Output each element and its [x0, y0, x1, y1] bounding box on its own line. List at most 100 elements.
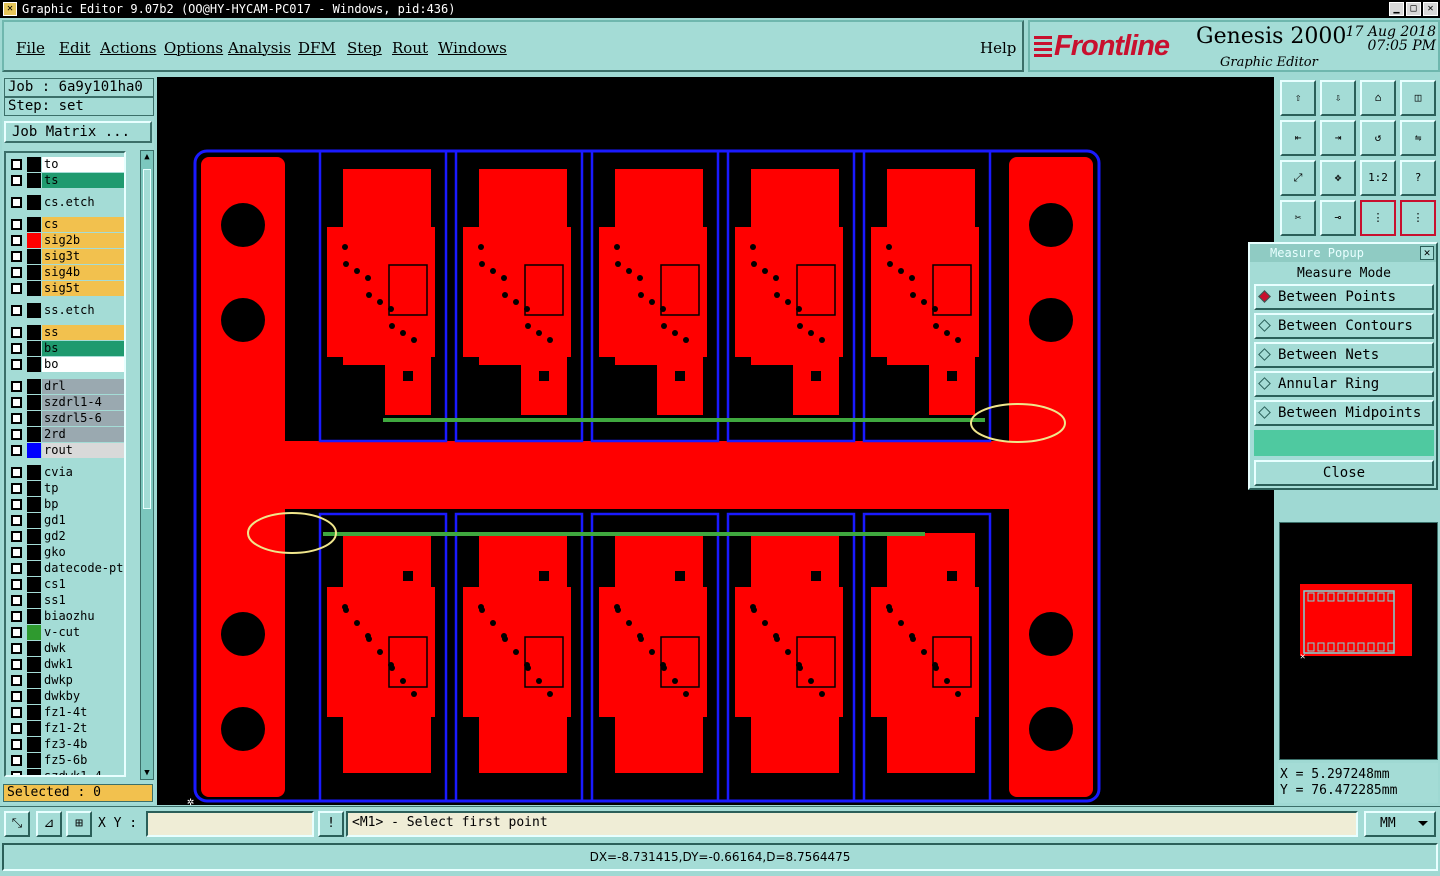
layer-name[interactable]: szdrl5-6 [42, 411, 124, 426]
layer-checkbox[interactable] [11, 579, 22, 590]
layer-row[interactable]: v-cut [6, 625, 124, 640]
layer-checkbox[interactable] [11, 563, 22, 574]
layer-name[interactable]: szdrl1-4 [42, 395, 124, 410]
layer-name[interactable]: ts [42, 173, 124, 188]
layer-name[interactable]: tp [42, 481, 124, 496]
layer-row[interactable]: bp [6, 497, 124, 512]
layer-row[interactable]: dwkp [6, 673, 124, 688]
layer-name[interactable]: cvia [42, 465, 124, 480]
layer-name[interactable]: sig3t [42, 249, 124, 264]
layer-row[interactable]: sig2b [6, 233, 124, 248]
option-between-midpoints[interactable]: Between Midpoints [1254, 400, 1434, 426]
layer-checkbox[interactable] [11, 467, 22, 478]
layer-name[interactable]: sig4b [42, 265, 124, 280]
zoom-center-icon[interactable]: ✥ [1320, 160, 1356, 196]
layer-name[interactable]: gd2 [42, 529, 124, 544]
menu-dfm[interactable]: DFM [298, 39, 336, 57]
layer-name[interactable]: dwkp [42, 673, 124, 688]
layer-name[interactable]: ss1 [42, 593, 124, 608]
layer-name[interactable]: gd1 [42, 513, 124, 528]
layer-name[interactable]: dwk [42, 641, 124, 656]
layer-checkbox[interactable] [11, 327, 22, 338]
menu-step[interactable]: Step [347, 39, 382, 57]
layer-name[interactable]: bo [42, 357, 124, 372]
layer-name[interactable]: 2rd [42, 427, 124, 442]
menu-rout[interactable]: Rout [392, 39, 428, 57]
layer-checkbox[interactable] [11, 771, 22, 775]
option-between-points[interactable]: Between Points [1254, 284, 1434, 310]
layer-checkbox[interactable] [11, 739, 22, 750]
home-icon[interactable]: ⌂ [1360, 80, 1396, 116]
menu-options[interactable]: Options [164, 39, 223, 57]
layer-checkbox[interactable] [11, 397, 22, 408]
layer-row[interactable]: gd2 [6, 529, 124, 544]
layer-checkbox[interactable] [11, 627, 22, 638]
layer-name[interactable]: szdwk1-4 [42, 769, 124, 775]
layer-name[interactable]: sig5t [42, 281, 124, 296]
measure-icon[interactable]: ⊸ [1320, 200, 1356, 236]
zoom-fit-icon[interactable]: ⤢ [1280, 160, 1316, 196]
menu-file[interactable]: File [16, 39, 45, 57]
layer-checkbox[interactable] [11, 691, 22, 702]
info-icon[interactable]: ! [318, 811, 344, 837]
layer-row[interactable]: ss [6, 325, 124, 340]
fit-top-icon[interactable]: ⇧ [1280, 80, 1316, 116]
overview-map[interactable]: ✕ [1279, 522, 1438, 760]
layer-row[interactable]: gko [6, 545, 124, 560]
layer-row[interactable]: bs [6, 341, 124, 356]
layer-row[interactable]: ss1 [6, 593, 124, 608]
layer-checkbox[interactable] [11, 175, 22, 186]
scroll-down-icon[interactable]: ▼ [141, 767, 153, 779]
layer-row[interactable]: fz1-2t [6, 721, 124, 736]
layer-row[interactable]: dwk [6, 641, 124, 656]
display-options-icon[interactable]: ⋮ [1400, 200, 1436, 236]
layer-row[interactable]: szdwk1-4 [6, 769, 124, 775]
popup-close-button[interactable]: Close [1254, 460, 1434, 486]
maximize-button[interactable]: □ [1406, 2, 1421, 16]
layer-row[interactable]: ts [6, 173, 124, 188]
layer-checkbox[interactable] [11, 219, 22, 230]
layer-checkbox[interactable] [11, 251, 22, 262]
layer-row[interactable]: fz3-4b [6, 737, 124, 752]
option-between-contours[interactable]: Between Contours [1254, 313, 1434, 339]
layer-checkbox[interactable] [11, 359, 22, 370]
xy-input[interactable] [146, 811, 314, 837]
fit-bottom-icon[interactable]: ⇩ [1320, 80, 1356, 116]
layer-checkbox[interactable] [11, 159, 22, 170]
menu-actions[interactable]: Actions [100, 39, 156, 57]
menu-windows[interactable]: Windows [438, 39, 507, 57]
layer-name[interactable]: fz1-2t [42, 721, 124, 736]
layers-toggle-icon[interactable]: ⋮ [1360, 200, 1396, 236]
menu-edit[interactable]: Edit [59, 39, 90, 57]
layer-checkbox[interactable] [11, 611, 22, 622]
pan-left-icon[interactable]: ⇤ [1280, 120, 1316, 156]
layer-name[interactable]: drl [42, 379, 124, 394]
snap-mode-icon[interactable]: ⤡ [4, 811, 30, 837]
layer-scrollbar[interactable]: ▲ ▼ [140, 150, 154, 780]
menu-help[interactable]: Help [980, 39, 1016, 57]
layer-row[interactable]: to [6, 157, 124, 172]
pan-right-icon[interactable]: ⇥ [1320, 120, 1356, 156]
layer-name[interactable]: cs1 [42, 577, 124, 592]
layer-checkbox[interactable] [11, 643, 22, 654]
layer-checkbox[interactable] [11, 755, 22, 766]
layer-name[interactable]: biaozhu [42, 609, 124, 624]
layer-row[interactable]: fz1-4t [6, 705, 124, 720]
layer-name[interactable]: dwkby [42, 689, 124, 704]
layer-row[interactable]: dwkby [6, 689, 124, 704]
layer-checkbox[interactable] [11, 305, 22, 316]
scale-1-2-icon[interactable]: 1:2 [1360, 160, 1396, 196]
layer-row[interactable]: biaozhu [6, 609, 124, 624]
layer-row[interactable]: sig4b [6, 265, 124, 280]
pcb-panel-view[interactable]: ✲ [157, 77, 1274, 805]
layer-name[interactable]: v-cut [42, 625, 124, 640]
layer-row[interactable]: dwk1 [6, 657, 124, 672]
layer-name[interactable]: bs [42, 341, 124, 356]
layer-checkbox[interactable] [11, 531, 22, 542]
mirror-icon[interactable]: ⇋ [1400, 120, 1436, 156]
snap-icon[interactable]: ✂ [1280, 200, 1316, 236]
grid-icon[interactable]: ⊞ [66, 811, 92, 837]
layer-name[interactable]: fz5-6b [42, 753, 124, 768]
layer-checkbox[interactable] [11, 283, 22, 294]
layer-checkbox[interactable] [11, 515, 22, 526]
